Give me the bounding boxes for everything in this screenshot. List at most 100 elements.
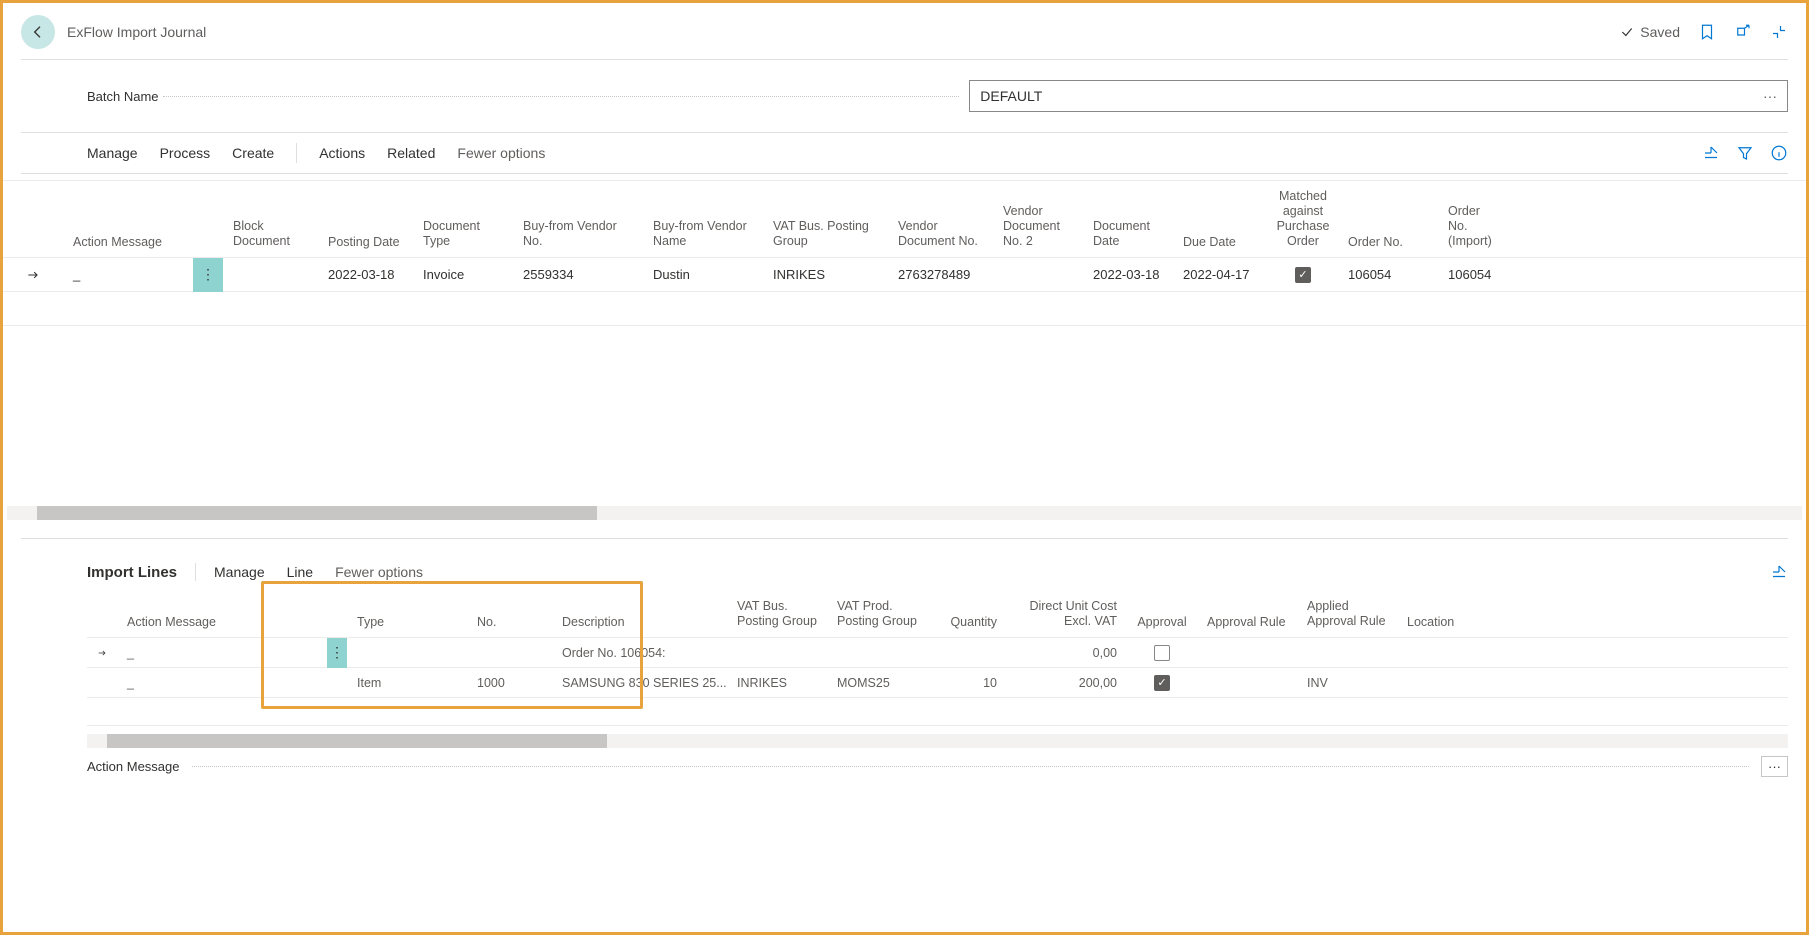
g2-cell-qty[interactable]: 10 [927, 668, 1007, 698]
col-buy-vendor-name[interactable]: Buy-from Vendor Name [643, 181, 763, 257]
cell-action-message[interactable]: _ [63, 259, 193, 290]
g2-cell-description[interactable]: Order No. 106054: [552, 638, 727, 668]
col-due-date[interactable]: Due Date [1173, 181, 1268, 257]
popout-icon[interactable] [1734, 23, 1752, 41]
cell-buy-vendor-name[interactable]: Dustin [643, 259, 763, 290]
import-lines-title: Import Lines [87, 564, 177, 581]
cell-matched[interactable] [1268, 259, 1338, 291]
footer-action-message-label: Action Message [87, 759, 180, 774]
g2-cell-location[interactable] [1397, 645, 1467, 661]
g2-cell-apprule[interactable] [1197, 675, 1297, 691]
row-menu-button[interactable] [193, 258, 223, 292]
col-doc-date[interactable]: Document Date [1083, 181, 1173, 257]
g2-cell-vatprod[interactable]: MOMS25 [827, 668, 927, 698]
tab-lines-line[interactable]: Line [287, 564, 313, 580]
cell-vendor-doc-no2[interactable] [993, 267, 1083, 283]
g2-cell-unitcost[interactable]: 0,00 [1007, 638, 1127, 668]
g2-col-quantity[interactable]: Quantity [927, 591, 1007, 637]
g2-cell-type[interactable]: Item [347, 668, 467, 698]
share-icon[interactable] [1770, 563, 1788, 581]
tab-lines-manage[interactable]: Manage [214, 564, 265, 580]
collapse-icon[interactable] [1770, 23, 1788, 41]
cell-vendor-doc-no[interactable]: 2763278489 [888, 259, 993, 290]
table-row[interactable]: _ 2022-03-18 Invoice 2559334 Dustin INRI… [3, 258, 1806, 292]
horizontal-scrollbar[interactable] [87, 734, 1788, 748]
g2-cell-vatprod[interactable] [827, 645, 927, 661]
cell-due-date[interactable]: 2022-04-17 [1173, 259, 1268, 290]
col-action-message[interactable]: Action Message [63, 181, 193, 257]
more-button[interactable]: ··· [1761, 756, 1788, 777]
g2-cell-no[interactable] [467, 645, 552, 661]
g2-col-vat-prod[interactable]: VAT Prod. Posting Group [827, 591, 927, 637]
tab-process[interactable]: Process [160, 145, 211, 161]
g2-cell-apprule[interactable] [1197, 645, 1297, 661]
g2-cell-action[interactable]: _ [117, 638, 327, 668]
share-icon[interactable] [1702, 144, 1720, 162]
g2-col-approval[interactable]: Approval [1127, 591, 1197, 637]
col-vendor-doc-no2[interactable]: Vendor Document No. 2 [993, 181, 1083, 257]
col-doc-type[interactable]: Document Type [413, 181, 513, 257]
cell-vat-bus[interactable]: INRIKES [763, 259, 888, 290]
g2-col-applied-rule[interactable]: Applied Approval Rule [1297, 591, 1397, 637]
col-block-doc[interactable]: Block Document [223, 181, 318, 257]
g2-cell-action[interactable]: _ [117, 668, 327, 698]
col-vendor-doc-no[interactable]: Vendor Document No. [888, 181, 993, 257]
g2-col-approval-rule[interactable]: Approval Rule [1197, 591, 1297, 637]
g2-cell-no[interactable]: 1000 [467, 668, 552, 698]
row-menu-button[interactable] [327, 638, 347, 668]
g2-col-location[interactable]: Location [1397, 591, 1467, 637]
cell-block-doc[interactable] [223, 267, 318, 283]
info-icon[interactable] [1770, 144, 1788, 162]
cell-order-no-import[interactable]: 106054 [1438, 259, 1508, 290]
batch-name-lookup-icon[interactable]: ··· [1763, 88, 1777, 104]
tab-actions[interactable]: Actions [319, 145, 365, 161]
col-buy-vendor-no[interactable]: Buy-from Vendor No. [513, 181, 643, 257]
tab-fewer-options[interactable]: Fewer options [457, 145, 545, 161]
cell-doc-type[interactable]: Invoice [413, 259, 513, 290]
table-row[interactable]: _ Order No. 106054: 0,00 [87, 638, 1788, 668]
back-button[interactable] [21, 15, 55, 49]
g2-col-description[interactable]: Description [552, 591, 727, 637]
row-indicator-icon[interactable] [87, 638, 117, 668]
tab-manage[interactable]: Manage [87, 145, 138, 161]
g2-cell-appliedrule[interactable] [1297, 645, 1397, 661]
cell-posting-date[interactable]: 2022-03-18 [318, 259, 413, 290]
cell-doc-date[interactable]: 2022-03-18 [1083, 259, 1173, 290]
col-matched[interactable]: Matched against Purchase Order [1268, 181, 1338, 257]
table-row[interactable]: _ Item 1000 SAMSUNG 830 SERIES 25... INR… [87, 668, 1788, 698]
import-lines-grid: Action Message Type No. Description VAT … [3, 581, 1806, 726]
filter-icon[interactable] [1736, 144, 1754, 162]
g2-cell-location[interactable] [1397, 675, 1467, 691]
batch-name-value: DEFAULT [980, 88, 1042, 104]
tab-create[interactable]: Create [232, 145, 274, 161]
cell-buy-vendor-no[interactable]: 2559334 [513, 259, 643, 290]
g2-cell-approval[interactable] [1127, 637, 1197, 669]
g2-cell-approval[interactable] [1127, 667, 1197, 699]
row-indicator-empty [87, 675, 117, 691]
col-order-no-import[interactable]: Order No. (Import) [1438, 181, 1508, 257]
bookmark-icon[interactable] [1698, 23, 1716, 41]
g2-col-no[interactable]: No. [467, 591, 552, 637]
g2-cell-description[interactable]: SAMSUNG 830 SERIES 25... [552, 668, 727, 698]
batch-name-input[interactable]: DEFAULT ··· [969, 80, 1788, 112]
col-vat-bus-group[interactable]: VAT Bus. Posting Group [763, 181, 888, 257]
g2-col-action-message[interactable]: Action Message [117, 591, 327, 637]
row-menu-placeholder [327, 675, 347, 691]
cell-order-no[interactable]: 106054 [1338, 259, 1438, 290]
col-posting-date[interactable]: Posting Date [318, 181, 413, 257]
g2-cell-unitcost[interactable]: 200,00 [1007, 668, 1127, 698]
horizontal-scrollbar[interactable] [7, 506, 1802, 520]
g2-col-unit-cost[interactable]: Direct Unit Cost Excl. VAT [1007, 591, 1127, 637]
grid-row-selector-header [3, 181, 63, 257]
tab-lines-fewer[interactable]: Fewer options [335, 564, 423, 580]
g2-cell-type[interactable] [347, 645, 467, 661]
row-indicator-icon[interactable] [3, 260, 63, 290]
g2-cell-vatbus[interactable] [727, 645, 827, 661]
g2-col-vat-bus[interactable]: VAT Bus. Posting Group [727, 591, 827, 637]
col-order-no[interactable]: Order No. [1338, 181, 1438, 257]
tab-related[interactable]: Related [387, 145, 435, 161]
g2-col-type[interactable]: Type [347, 591, 467, 637]
g2-cell-qty[interactable] [927, 645, 1007, 661]
g2-cell-vatbus[interactable]: INRIKES [727, 668, 827, 698]
g2-cell-appliedrule[interactable]: INV [1297, 668, 1397, 698]
